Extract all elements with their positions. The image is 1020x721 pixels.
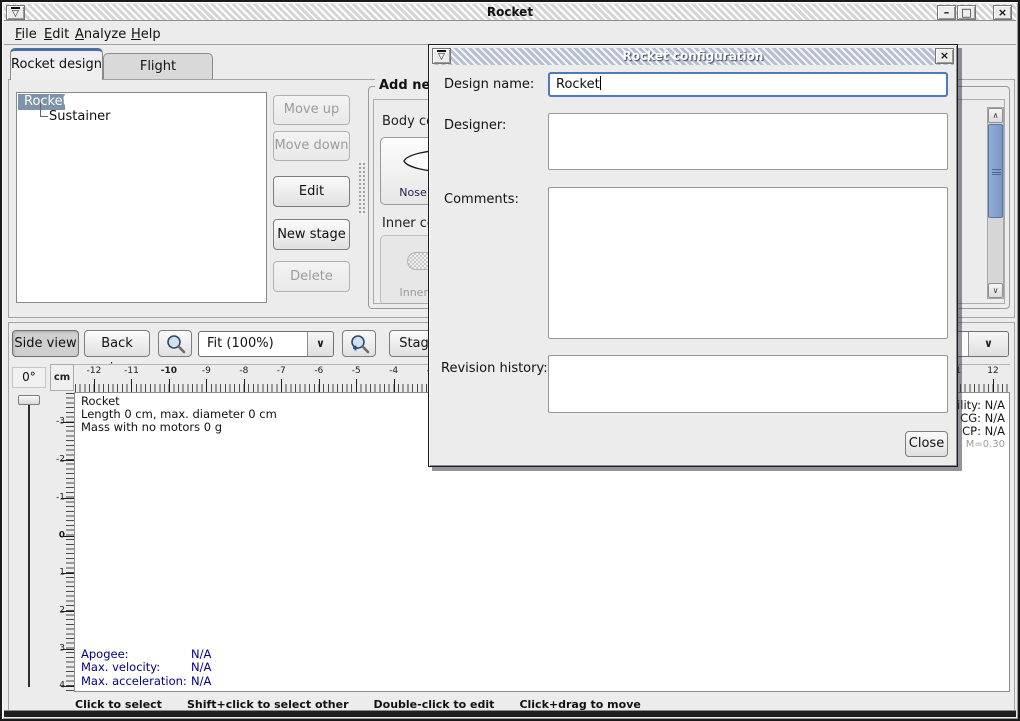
scrollbar-thumb[interactable] — [988, 124, 1003, 218]
dialog-close-button[interactable]: × — [935, 48, 954, 64]
tab-flight-simulations[interactable]: Flight simulations — [103, 53, 213, 80]
ruler-label: -12 — [87, 366, 102, 376]
scrollbar-down-button[interactable]: ∨ — [988, 283, 1003, 298]
ruler-tick — [356, 379, 357, 392]
side-view-button[interactable]: Side view — [12, 330, 79, 357]
ruler-tick — [281, 379, 282, 392]
zoom-out-icon — [165, 334, 187, 355]
design-name-input[interactable]: Rocket — [548, 72, 948, 97]
ruler-label: -10 — [161, 366, 177, 376]
close-button[interactable]: × — [993, 5, 1012, 20]
comments-label: Comments: — [444, 192, 519, 207]
zoom-combo-chevron-down-icon[interactable]: ∨ — [307, 332, 333, 356]
ruler-label: -6 — [314, 366, 323, 376]
ruler-tick — [61, 422, 74, 423]
ruler-label: -7 — [277, 366, 286, 376]
menu-help[interactable]: Help — [128, 25, 164, 44]
ruler-label: -9 — [202, 366, 211, 376]
ruler-label: -11 — [124, 366, 139, 376]
zoom-out-button[interactable] — [158, 330, 192, 357]
ruler-tick — [61, 686, 74, 687]
ruler-tick — [61, 573, 74, 574]
rocket-configuration-dialog: ▽ Rocket configuration × Design name: Ro… — [428, 44, 958, 467]
splitter-handle[interactable] — [358, 162, 367, 214]
zoom-in-button[interactable] — [342, 330, 376, 357]
ruler-tick — [94, 379, 95, 392]
ruler-tick — [131, 379, 132, 392]
window-title: Rocket — [4, 5, 1016, 19]
ruler-tick — [319, 379, 320, 392]
ruler-tick — [206, 379, 207, 392]
ruler-tick — [61, 460, 74, 461]
ruler-tick — [169, 379, 170, 392]
dialog-close-action-button[interactable]: Close — [905, 431, 948, 457]
menu-analyze[interactable]: Analyze — [72, 25, 129, 44]
rotation-slider-track — [28, 404, 30, 687]
scrollbar-grip-icon — [992, 169, 1001, 175]
ruler-tick — [394, 379, 395, 392]
component-tree[interactable]: Rocket Sustainer — [16, 92, 267, 303]
scroll-up-icon: ∧ — [993, 111, 999, 120]
ruler-label: -4 — [389, 366, 398, 376]
designer-textarea[interactable] — [548, 113, 948, 170]
ruler-tick — [993, 379, 994, 392]
rotation-slider-handle[interactable] — [18, 395, 40, 405]
minimize-button[interactable]: – — [937, 5, 956, 20]
text-caret — [600, 76, 601, 90]
ruler-tick — [61, 611, 74, 612]
flight-data-text: Apogee:N/A Max. velocity:N/A Max. accele… — [81, 648, 211, 688]
vertical-ruler: -3-2-101234 — [50, 392, 74, 692]
ruler-label: -5 — [352, 366, 361, 376]
ruler-label: -8 — [239, 366, 248, 376]
maximize-button[interactable]: □ — [957, 5, 976, 20]
ruler-tick — [61, 536, 74, 537]
tree-connector-line — [40, 102, 48, 117]
configuration-combo-chevron-down-icon[interactable]: ∨ — [968, 332, 1008, 356]
menu-file[interactable]: File — [12, 25, 40, 44]
scroll-down-icon: ∨ — [993, 286, 999, 295]
new-stage-button[interactable]: New stage — [273, 219, 350, 250]
component-scrollbar[interactable]: ∧ ∨ — [987, 107, 1004, 299]
title-bar[interactable]: ▽ Rocket – □ × — [4, 4, 1016, 21]
back-view-button[interactable]: Back view — [84, 330, 150, 357]
maximize-icon: □ — [961, 6, 971, 19]
scrollbar-up-button[interactable]: ∧ — [988, 108, 1003, 123]
tab-rocket-design[interactable]: Rocket design — [10, 48, 103, 80]
ruler-tick — [61, 498, 74, 499]
move-up-button[interactable]: Move up — [273, 95, 350, 125]
move-down-button[interactable]: Move down — [273, 131, 350, 161]
rocket-info-text: Rocket Length 0 cm, max. diameter 0 cm M… — [81, 395, 277, 434]
tree-item-sustainer[interactable]: Sustainer — [49, 109, 111, 124]
zoom-level-value: Fit (100%) — [207, 336, 274, 351]
ruler-unit-label: cm — [50, 364, 74, 391]
delete-button[interactable]: Delete — [273, 261, 350, 292]
edit-button[interactable]: Edit — [273, 176, 350, 207]
dialog-title-bar[interactable]: ▽ Rocket configuration × — [432, 48, 954, 65]
dialog-close-icon: × — [940, 49, 949, 62]
zoom-in-icon — [349, 334, 371, 355]
zoom-level-combo[interactable]: Fit (100%) ∨ — [198, 331, 334, 357]
revision-history-label: Revision history: — [441, 361, 548, 376]
minimize-icon: – — [944, 6, 950, 19]
revision-history-textarea[interactable] — [548, 355, 948, 413]
comments-textarea[interactable] — [548, 187, 948, 339]
dialog-title: Rocket configuration — [432, 49, 954, 63]
ruler-tick — [61, 649, 74, 650]
menu-bar: File Edit Analyze Help — [4, 22, 1016, 45]
ruler-tick — [244, 379, 245, 392]
ruler-label: 12 — [987, 366, 998, 376]
close-icon: × — [998, 6, 1007, 19]
window-bottom-frame — [4, 710, 1016, 717]
design-name-label: Design name: — [444, 77, 534, 92]
rotation-angle-label: 0° — [12, 367, 46, 388]
designer-label: Designer: — [444, 118, 506, 133]
menu-edit[interactable]: Edit — [41, 25, 72, 44]
